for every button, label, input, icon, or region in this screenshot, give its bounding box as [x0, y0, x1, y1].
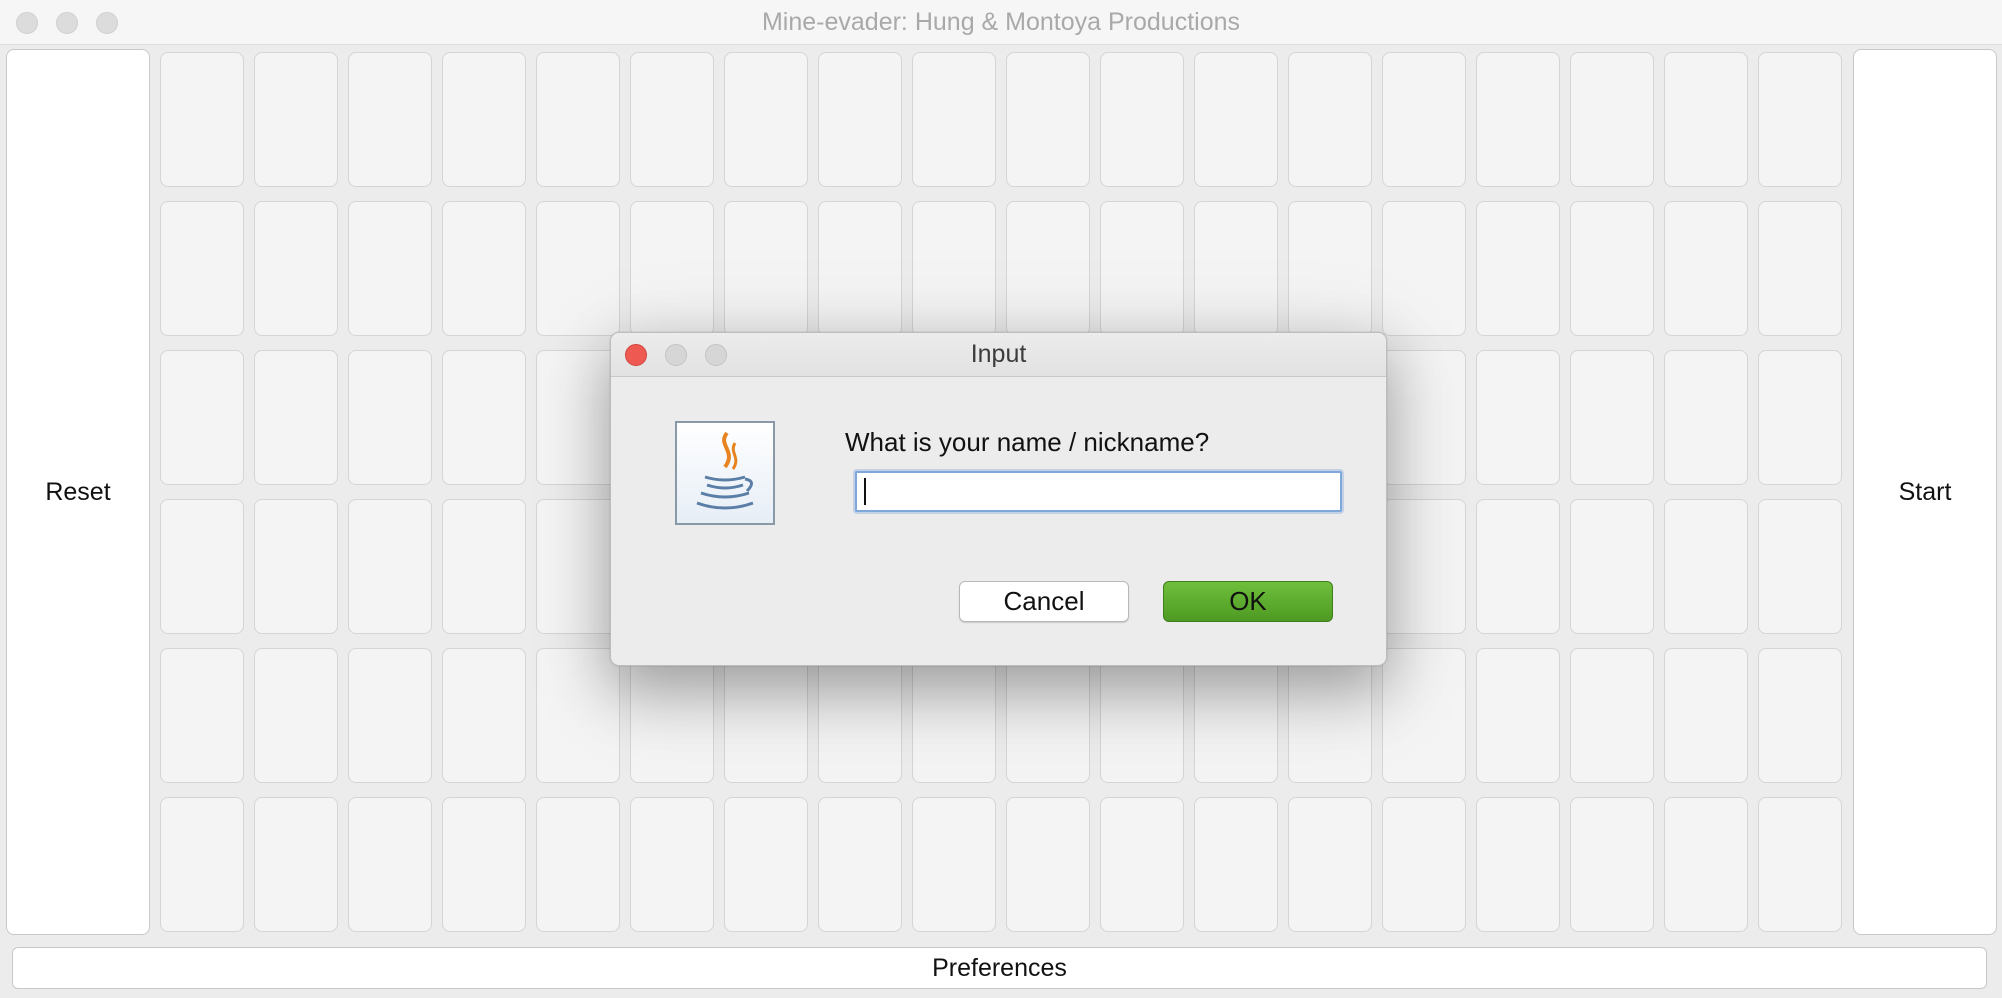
board-cell[interactable] [1664, 201, 1748, 336]
board-cell[interactable] [160, 201, 244, 336]
board-cell[interactable] [1006, 797, 1090, 932]
board-cell[interactable] [818, 797, 902, 932]
board-cell[interactable] [724, 797, 808, 932]
board-cell[interactable] [1194, 52, 1278, 187]
board-cell[interactable] [1570, 350, 1654, 485]
board-cell[interactable] [254, 648, 338, 783]
board-cell[interactable] [1570, 499, 1654, 634]
board-cell[interactable] [1194, 797, 1278, 932]
board-cell[interactable] [348, 52, 432, 187]
text-caret [864, 478, 866, 505]
reset-button[interactable]: Reset [6, 49, 150, 935]
board-cell[interactable] [254, 797, 338, 932]
board-cell[interactable] [1758, 350, 1842, 485]
input-dialog: Input What is your name / nickname? Canc… [610, 332, 1387, 666]
preferences-button[interactable]: Preferences [12, 947, 1987, 989]
board-cell[interactable] [724, 52, 808, 187]
board-cell[interactable] [1758, 52, 1842, 187]
dialog-prompt: What is your name / nickname? [845, 427, 1210, 457]
board-cell[interactable] [160, 797, 244, 932]
board-cell[interactable] [1476, 52, 1560, 187]
board-cell[interactable] [160, 499, 244, 634]
board-cell[interactable] [442, 350, 526, 485]
board-cell[interactable] [1288, 797, 1372, 932]
board-cell[interactable] [724, 201, 808, 336]
java-coffee-cup-icon [675, 421, 775, 525]
board-cell[interactable] [536, 52, 620, 187]
board-cell[interactable] [1758, 499, 1842, 634]
ok-button[interactable]: OK [1163, 581, 1333, 622]
board-cell[interactable] [630, 52, 714, 187]
board-cell[interactable] [536, 201, 620, 336]
board-cell[interactable] [1664, 797, 1748, 932]
name-input[interactable] [855, 471, 1342, 512]
cancel-button[interactable]: Cancel [959, 581, 1129, 622]
board-cell[interactable] [536, 797, 620, 932]
board-cell[interactable] [1664, 52, 1748, 187]
window-title: Mine-evader: Hung & Montoya Productions [761, 8, 1241, 36]
board-cell[interactable] [348, 648, 432, 783]
board-cell[interactable] [1758, 797, 1842, 932]
board-cell[interactable] [442, 499, 526, 634]
board-cell[interactable] [1006, 52, 1090, 187]
board-cell[interactable] [1570, 52, 1654, 187]
board-cell[interactable] [348, 350, 432, 485]
board-cell[interactable] [1476, 499, 1560, 634]
board-cell[interactable] [348, 201, 432, 336]
board-cell[interactable] [1664, 350, 1748, 485]
window-titlebar: Mine-evader: Hung & Montoya Productions [0, 0, 2002, 45]
board-cell[interactable] [630, 201, 714, 336]
board-cell[interactable] [1382, 201, 1466, 336]
board-cell[interactable] [1664, 648, 1748, 783]
board-cell[interactable] [818, 52, 902, 187]
board-cell[interactable] [254, 350, 338, 485]
board-cell[interactable] [630, 797, 714, 932]
board-cell[interactable] [160, 350, 244, 485]
board-cell[interactable] [160, 52, 244, 187]
board-cell[interactable] [818, 201, 902, 336]
start-button[interactable]: Start [1853, 49, 1997, 935]
board-cell[interactable] [1288, 52, 1372, 187]
board-cell[interactable] [1006, 201, 1090, 336]
board-cell[interactable] [1100, 797, 1184, 932]
board-cell[interactable] [1758, 201, 1842, 336]
board-cell[interactable] [348, 499, 432, 634]
board-cell[interactable] [442, 201, 526, 336]
board-cell[interactable] [348, 797, 432, 932]
board-cell[interactable] [912, 52, 996, 187]
board-cell[interactable] [1100, 52, 1184, 187]
board-cell[interactable] [1382, 797, 1466, 932]
board-cell[interactable] [1194, 201, 1278, 336]
dialog-title: Input [970, 340, 1027, 368]
board-cell[interactable] [1100, 201, 1184, 336]
board-cell[interactable] [1382, 52, 1466, 187]
board-cell[interactable] [1476, 797, 1560, 932]
board-cell[interactable] [912, 797, 996, 932]
board-cell[interactable] [912, 201, 996, 336]
dialog-titlebar: Input [611, 333, 1386, 377]
board-cell[interactable] [1570, 797, 1654, 932]
board-cell[interactable] [1570, 648, 1654, 783]
board-cell[interactable] [1758, 648, 1842, 783]
board-cell[interactable] [1664, 499, 1748, 634]
board-cell[interactable] [1476, 201, 1560, 336]
board-cell[interactable] [254, 499, 338, 634]
board-cell[interactable] [254, 201, 338, 336]
board-cell[interactable] [442, 648, 526, 783]
board-cell[interactable] [442, 52, 526, 187]
board-cell[interactable] [254, 52, 338, 187]
board-cell[interactable] [1476, 648, 1560, 783]
board-cell[interactable] [160, 648, 244, 783]
board-cell[interactable] [1288, 201, 1372, 336]
board-cell[interactable] [1570, 201, 1654, 336]
board-cell[interactable] [1476, 350, 1560, 485]
board-cell[interactable] [442, 797, 526, 932]
